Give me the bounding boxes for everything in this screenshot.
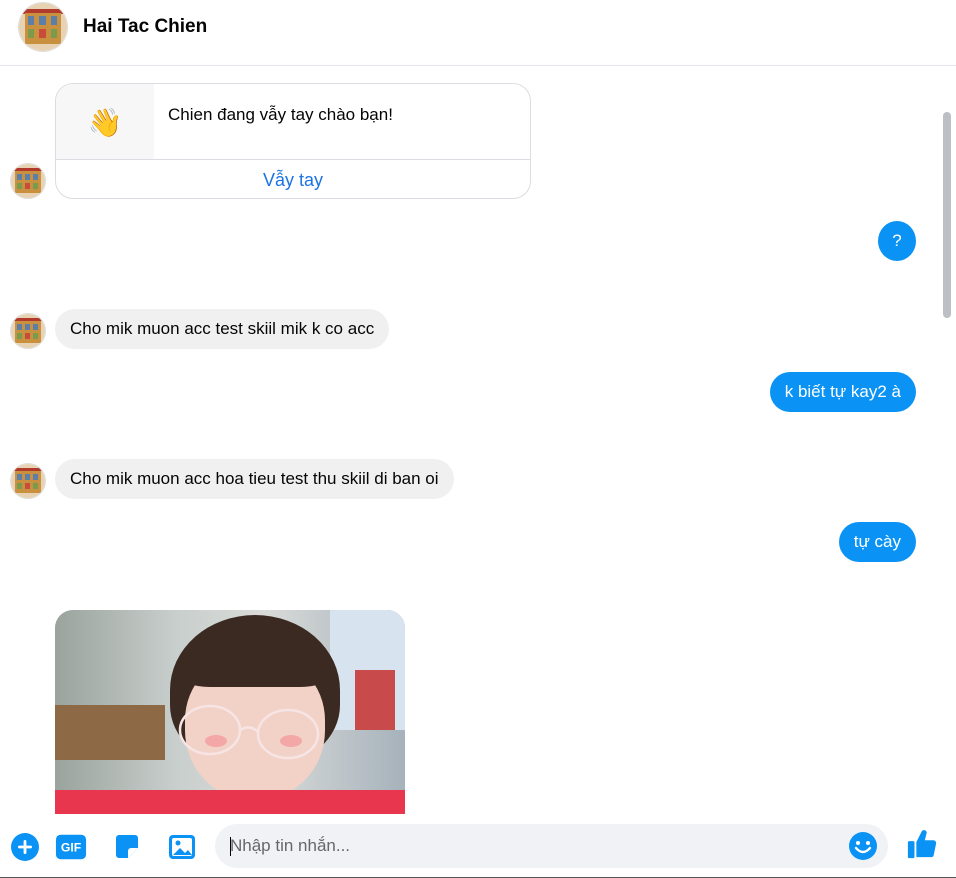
chat-header: Hai Tac Chien	[0, 0, 956, 66]
message-outgoing[interactable]: ?	[878, 221, 916, 261]
thumbs-up-icon[interactable]	[906, 828, 938, 860]
message-outgoing[interactable]: tự cày	[838, 522, 916, 562]
image-icon[interactable]	[166, 831, 198, 863]
sender-avatar[interactable]	[10, 313, 46, 349]
sticker-icon[interactable]	[111, 831, 143, 863]
wave-emoji-icon: 👋	[56, 84, 154, 160]
text-caret	[230, 837, 231, 856]
wave-text: Chien đang vẫy tay chào bạn!	[168, 105, 393, 124]
message-incoming[interactable]: Cho mik muon acc test skiil mik k co acc	[55, 309, 390, 349]
wave-card: 👋 Chien đang vẫy tay chào bạn! Vẫy tay	[55, 83, 531, 199]
plus-icon[interactable]	[9, 831, 41, 863]
message-input[interactable]	[230, 824, 830, 868]
wave-back-button[interactable]: Vẫy tay	[56, 160, 530, 198]
gif-icon[interactable]: GIF	[55, 831, 87, 863]
contact-avatar[interactable]	[18, 2, 68, 52]
composer-bar: GIF	[0, 814, 956, 878]
message-incoming[interactable]: Cho mik muon acc hoa tieu test thu skiil…	[55, 459, 454, 499]
gif-label: GIF	[61, 841, 82, 855]
sender-avatar[interactable]	[10, 163, 46, 199]
emoji-icon[interactable]	[847, 830, 879, 862]
sender-avatar[interactable]	[10, 463, 46, 499]
message-list: 👋 Chien đang vẫy tay chào bạn! Vẫy tay ?…	[0, 67, 956, 814]
contact-name[interactable]: Hai Tac Chien	[83, 16, 207, 38]
message-input-wrap[interactable]	[215, 824, 888, 868]
message-outgoing[interactable]: k biết tự kay2 à	[769, 372, 916, 412]
photo-attachment[interactable]	[55, 610, 405, 814]
scrollbar[interactable]	[940, 67, 952, 814]
scrollbar-thumb[interactable]	[943, 112, 951, 318]
